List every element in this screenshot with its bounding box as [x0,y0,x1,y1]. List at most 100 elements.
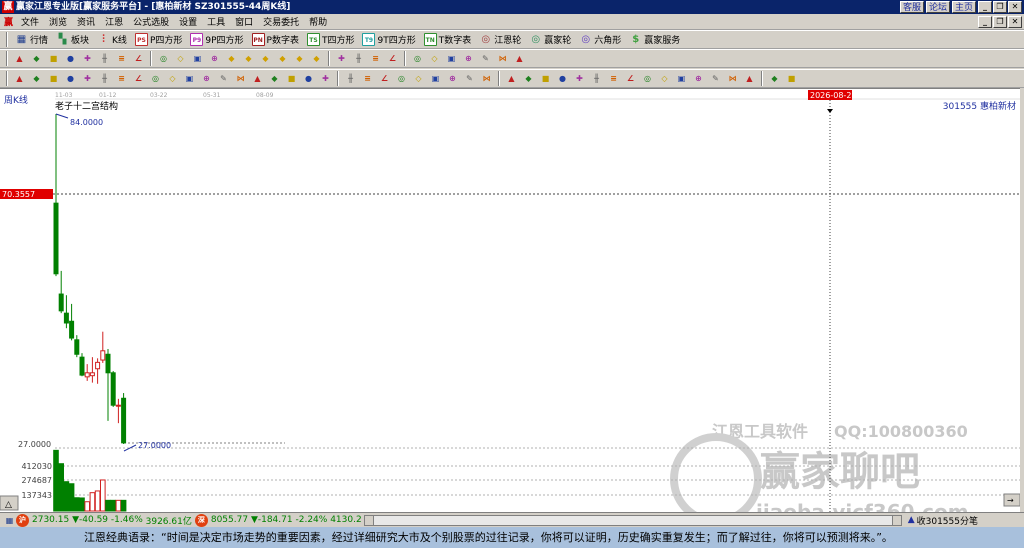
ruler-icon[interactable]: ▲ [505,72,518,85]
save-icon[interactable]: ✎ [479,52,492,65]
menu-window[interactable]: 窗口 [230,15,258,28]
period-icon[interactable]: ▲ [13,52,26,65]
toolbar-button[interactable]: $ 赢家服务 [626,32,683,48]
diamond2-icon[interactable]: ◆ [242,52,255,65]
zigzag-icon[interactable]: ▣ [429,72,442,85]
toolbar-button[interactable]: PN P数字表 [249,32,302,48]
toolbar-button[interactable]: ▦ 行情 [12,32,51,48]
bars-icon[interactable]: ● [64,52,77,65]
toolbar-button[interactable]: ⫶ K线 [94,32,130,48]
circle-fan-icon[interactable]: ∠ [378,72,391,85]
homepage-link[interactable]: 主页 [951,1,976,13]
circle-icon[interactable]: ∠ [132,72,145,85]
angle-icon[interactable]: ▣ [183,72,196,85]
calc-icon[interactable]: ◎ [411,52,424,65]
menu-formula[interactable]: 公式选股 [128,15,174,28]
diamond4-icon[interactable]: ◆ [276,52,289,65]
infinity-icon[interactable]: ■ [785,72,798,85]
restore-button[interactable]: ❐ [993,1,1007,13]
scroll-left-button[interactable] [364,515,374,525]
box-fan-icon[interactable]: ◎ [395,72,408,85]
fan-icon[interactable]: ≡ [361,72,374,85]
horizontal-scrollbar[interactable] [363,514,902,526]
calendar-icon[interactable]: ◇ [428,52,441,65]
child-close-button[interactable]: ✕ [1008,16,1022,28]
fork-icon[interactable]: ✚ [81,72,94,85]
last-icon[interactable]: ◇ [174,52,187,65]
parallel-icon[interactable]: ▲ [251,72,264,85]
pattern-icon[interactable]: ∠ [386,52,399,65]
time-icon[interactable]: ✚ [319,72,332,85]
toolbar-button[interactable]: ◎ 六角形 [576,32,624,48]
child-restore-button[interactable]: ❐ [993,16,1007,28]
speed-icon[interactable]: ✎ [709,72,722,85]
network-icon[interactable]: ⋈ [496,52,509,65]
menu-file[interactable]: 文件 [16,15,44,28]
gold-level-icon[interactable]: ╫ [590,72,603,85]
quote-grid-icon[interactable]: ▦ [3,514,16,527]
cells2-icon[interactable]: ✎ [463,72,476,85]
child-minimize-button[interactable]: _ [978,16,992,28]
arc-icon[interactable]: ╫ [98,72,111,85]
rect-icon[interactable]: ╫ [344,72,357,85]
toolbar-button[interactable]: PS P四方形 [132,32,185,48]
calculator-icon[interactable]: ▣ [445,52,458,65]
lines-icon[interactable]: ◎ [149,72,162,85]
customer-service-link[interactable]: 客服 [899,1,924,13]
gold-box-icon[interactable]: ◎ [641,72,654,85]
red-fork-icon[interactable]: ◆ [268,72,281,85]
box-icon[interactable]: ⋈ [234,72,247,85]
toolbar-button[interactable]: TN T数字表 [421,32,475,48]
red-fan2-icon[interactable]: ▲ [743,72,756,85]
gold-coin-icon[interactable]: ✚ [573,72,586,85]
forum-link[interactable]: 论坛 [925,1,950,13]
weight-icon[interactable]: ≡ [115,52,128,65]
diamond1-icon[interactable]: ◆ [225,52,238,65]
toolbar-button[interactable]: ◎ 江恩轮 [476,32,524,48]
shenzhen-index-icon[interactable]: 深 [194,513,208,527]
menu-browse[interactable]: 浏览 [44,15,72,28]
wave-icon[interactable]: ≡ [369,52,382,65]
toolbar-button[interactable]: TS T四方形 [304,32,358,48]
pen2-icon[interactable]: ≡ [607,72,620,85]
tick-detail-label[interactable]: 收301555分笔 [917,514,978,527]
star-icon[interactable]: ✎ [217,72,230,85]
fib-fan-icon[interactable]: ▣ [675,72,688,85]
diamond5-icon[interactable]: ◆ [293,52,306,65]
menu-trade[interactable]: 交易委托 [258,15,304,28]
red-fan-icon[interactable]: ⋈ [726,72,739,85]
stripes-icon[interactable]: ⋈ [480,72,493,85]
kline-chart[interactable]: 江恩工具软件 QQ:100800360 赢家聊吧 jiaoba.yjcf360.… [0,88,1021,525]
hand-icon[interactable]: ✚ [335,52,348,65]
book-icon[interactable]: ⊕ [462,52,475,65]
gold2-icon[interactable]: ● [64,72,77,85]
toolbar-button[interactable]: ▚ 板块 [53,32,92,48]
bars2-icon[interactable]: ✚ [81,52,94,65]
fib-icon[interactable]: ◇ [166,72,179,85]
menu-help[interactable]: 帮助 [304,15,332,28]
gold1-icon[interactable]: ■ [47,72,60,85]
menu-tools[interactable]: 工具 [202,15,230,28]
vertical-scrollbar[interactable] [1020,88,1024,512]
angle3-icon[interactable]: ◇ [658,72,671,85]
red-grid-icon[interactable]: ■ [285,72,298,85]
percent-icon[interactable]: ■ [539,72,552,85]
left-icon[interactable]: ▣ [191,52,204,65]
crosshair-icon[interactable]: ╫ [352,52,365,65]
truck-icon[interactable]: ▲ [513,52,526,65]
gold-fan-icon[interactable]: ⊕ [692,72,705,85]
first-icon[interactable]: ◎ [157,52,170,65]
toolbar-button[interactable]: ◎ 赢家轮 [526,32,574,48]
menu-news[interactable]: 资讯 [72,15,100,28]
right-icon[interactable]: ⊕ [208,52,221,65]
percent-line-icon[interactable]: ◆ [522,72,535,85]
menu-settings[interactable]: 设置 [174,15,202,28]
pencil-icon[interactable]: ≡ [115,72,128,85]
angle2-icon[interactable]: ◇ [412,72,425,85]
diamond6-icon[interactable]: ◆ [310,52,323,65]
square-icon[interactable]: ● [302,72,315,85]
adjust-icon[interactable]: ╫ [98,52,111,65]
doc-icon[interactable]: ■ [47,52,60,65]
toolbar-button[interactable]: T9 9T四方形 [359,32,418,48]
shanghai-index-icon[interactable]: 沪 [16,513,29,527]
